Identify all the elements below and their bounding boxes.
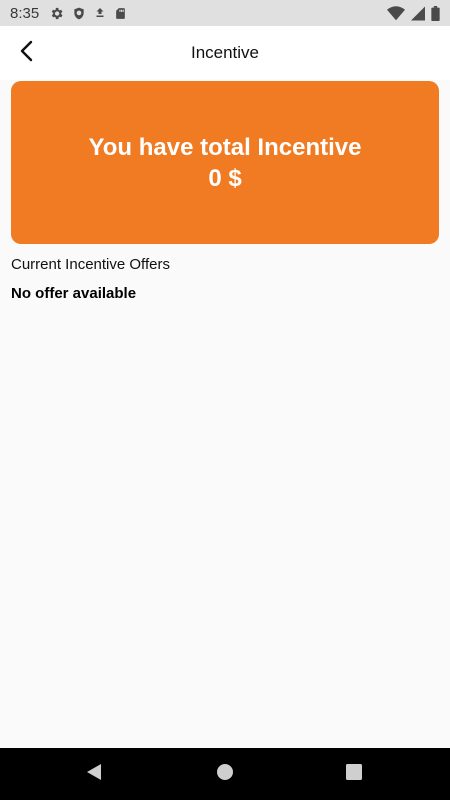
app-bar: Incentive bbox=[0, 26, 450, 80]
incentive-summary-card: You have total Incentive 0 $ bbox=[11, 81, 439, 244]
nav-recents-button[interactable] bbox=[342, 762, 366, 786]
no-offers-message: No offer available bbox=[11, 285, 137, 302]
system-nav-bar bbox=[0, 748, 450, 800]
incentive-amount: 0 $ bbox=[208, 164, 242, 192]
offers-section-title: Current Incentive Offers bbox=[11, 256, 170, 273]
settings-icon bbox=[49, 6, 64, 21]
back-button[interactable] bbox=[6, 31, 46, 75]
shield-icon bbox=[72, 6, 86, 21]
wifi-icon bbox=[387, 5, 405, 21]
nav-home-button[interactable] bbox=[213, 762, 237, 786]
recents-square-icon bbox=[346, 763, 362, 785]
status-icons-right bbox=[387, 5, 440, 21]
incentive-heading: You have total Incentive bbox=[88, 133, 362, 161]
back-triangle-icon bbox=[85, 763, 103, 786]
status-icons-left bbox=[49, 6, 127, 21]
home-circle-icon bbox=[216, 763, 234, 786]
arrow-back-icon bbox=[19, 40, 33, 67]
download-icon bbox=[94, 6, 106, 20]
sd-card-icon bbox=[114, 6, 127, 21]
nav-back-button[interactable] bbox=[82, 762, 106, 786]
battery-icon bbox=[431, 5, 440, 21]
signal-icon bbox=[411, 6, 425, 21]
status-time: 8:35 bbox=[10, 4, 40, 22]
status-bar: 8:35 bbox=[0, 0, 450, 26]
page-title: Incentive bbox=[190, 43, 260, 62]
